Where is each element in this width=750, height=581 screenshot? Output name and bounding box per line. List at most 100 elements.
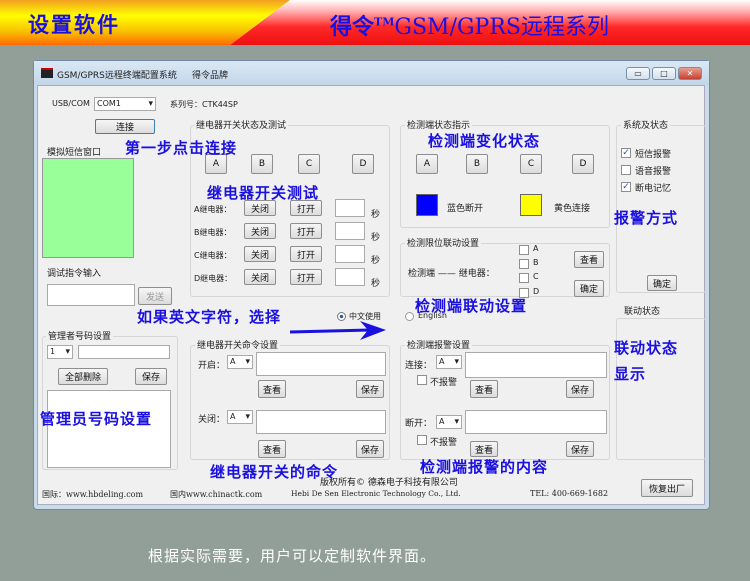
banner-left-title: 设置软件 (28, 12, 120, 37)
delete-all-button[interactable]: 全部删除 (58, 368, 108, 385)
linkage-option-label: D (533, 287, 540, 296)
close-save-button[interactable]: 保存 (356, 440, 384, 458)
admin-number-input[interactable] (78, 345, 170, 359)
relay-on-button[interactable]: 打开 (290, 246, 322, 262)
open-channel-select[interactable]: A (227, 355, 253, 369)
annotation-english: 如果英文字符，选择 (137, 308, 282, 326)
linkage-text: 检测端 —— 继电器： (408, 269, 495, 279)
debug-label: 调试指令输入 (47, 269, 102, 279)
close-command-input[interactable] (256, 410, 386, 434)
close-label: 关闭： (198, 415, 226, 425)
seconds-unit: 秒 (371, 210, 381, 220)
linkage-option-label: A (533, 244, 539, 253)
connect-save-button[interactable]: 保存 (566, 380, 594, 398)
relay-c-button[interactable]: C (298, 154, 320, 174)
relay-cmd-title: 继电器开关命令设置 (195, 338, 281, 351)
brand: 得令 (330, 14, 375, 40)
admin-save-button[interactable]: 保存 (135, 368, 167, 385)
admin-index-select[interactable]: 1 (47, 345, 73, 359)
linkage-option-label: B (533, 258, 539, 267)
connect-no-alarm-label: 不报警 (430, 378, 458, 388)
linkage-option-label: C (533, 272, 539, 281)
disconnect-no-alarm-label: 不报警 (430, 438, 458, 448)
alarm-title: 检测端报警设置 (405, 338, 473, 351)
relay-test-title: 继电器开关状态及测试 (194, 118, 289, 131)
banner-title: 得令TMGSM/GPRS远程系列 (330, 9, 609, 41)
connect-alarm-input[interactable] (465, 352, 607, 378)
annotation-step1: 第一步点击连接 (125, 139, 238, 157)
connect-label: 连接： (405, 361, 433, 371)
send-button[interactable]: 发送 (138, 287, 172, 305)
close-view-button[interactable]: 查看 (258, 440, 286, 458)
annotation-admin: 管理员号码设置 (40, 410, 153, 428)
annotation-link-status: 联动状态 (614, 339, 679, 357)
relay-on-button[interactable]: 打开 (290, 223, 322, 239)
yellow-indicator (520, 194, 542, 216)
maximize-button[interactable]: □ (652, 67, 676, 80)
sms-window (42, 158, 134, 258)
disconnect-save-button[interactable]: 保存 (566, 441, 594, 457)
annotation-alarm-content: 检测端报警的内容 (420, 458, 549, 476)
open-label: 开启： (198, 361, 226, 371)
open-save-button[interactable]: 保存 (356, 380, 384, 398)
system-checkbox[interactable]: ✓ (621, 182, 631, 192)
factory-reset-button[interactable]: 恢复出厂 (641, 479, 693, 497)
disconnect-alarm-input[interactable] (465, 410, 607, 434)
series: GSM/GPRS远程系列 (394, 15, 609, 40)
debug-input[interactable] (47, 284, 135, 306)
relay-off-button[interactable]: 关闭 (244, 246, 276, 262)
detect-b-button[interactable]: B (466, 154, 488, 174)
linkage-checkbox[interactable] (519, 273, 529, 283)
minimize-button[interactable]: ▭ (626, 67, 650, 80)
system-checkbox[interactable]: ✓ (621, 148, 631, 158)
english-radio[interactable] (405, 312, 414, 321)
detect-a-button[interactable]: A (416, 154, 438, 174)
disconnect-label: 断开： (405, 419, 433, 429)
connect-button[interactable]: 连接 (95, 119, 155, 134)
connect-no-alarm-checkbox[interactable] (417, 375, 427, 385)
system-checkbox[interactable] (621, 165, 631, 175)
relay-on-button[interactable]: 打开 (290, 269, 322, 285)
admin-title: 管理者号码设置 (46, 329, 114, 342)
tm: TM (374, 15, 395, 29)
system-option-label: 短信报警 (635, 150, 672, 160)
close-button[interactable]: ✕ (678, 67, 702, 80)
window-title: GSM/GPRS远程终端配置系统 (57, 71, 177, 81)
linkage-checkbox[interactable] (519, 259, 529, 269)
disconnect-view-button[interactable]: 查看 (470, 441, 498, 457)
linkage-checkbox[interactable] (519, 245, 529, 255)
annotation-alarm-mode: 报警方式 (614, 209, 679, 227)
disconnect-no-alarm-checkbox[interactable] (417, 435, 427, 445)
detect-c-button[interactable]: C (520, 154, 542, 174)
relay-d-button[interactable]: D (352, 154, 374, 174)
relay-seconds-input[interactable] (335, 222, 365, 240)
port-select[interactable]: COM1 (94, 97, 156, 111)
relay-b-button[interactable]: B (251, 154, 273, 174)
open-view-button[interactable]: 查看 (258, 380, 286, 398)
seconds-unit: 秒 (371, 256, 381, 266)
relay-seconds-input[interactable] (335, 268, 365, 286)
domestic-site: 国内www.chinactk.com (170, 490, 263, 499)
disconnect-channel-select[interactable]: A (436, 415, 462, 429)
connect-channel-select[interactable]: A (436, 355, 462, 369)
linkage-view-button[interactable]: 查看 (574, 251, 604, 268)
intl-site: 国际：www.hbdeling.com (42, 490, 144, 499)
sms-label: 模拟短信窗口 (47, 148, 102, 158)
system-ok-button[interactable]: 确定 (647, 275, 677, 291)
annotation-relay-cmd: 继电器开关的命令 (210, 463, 339, 481)
serial-number: 系列号：CTK44SP (170, 100, 238, 109)
connect-view-button[interactable]: 查看 (470, 380, 498, 398)
relay-seconds-input[interactable] (335, 245, 365, 263)
relay-off-button[interactable]: 关闭 (244, 269, 276, 285)
detect-d-button[interactable]: D (572, 154, 594, 174)
open-command-input[interactable] (256, 352, 386, 376)
blue-indicator (416, 194, 438, 216)
admin-list[interactable] (47, 390, 171, 468)
linkage-ok-button[interactable]: 确定 (574, 280, 604, 297)
annotation-relay-test: 继电器开关测试 (207, 184, 320, 202)
system-option-label: 断电记忆 (635, 184, 672, 194)
relay-off-button[interactable]: 关闭 (244, 223, 276, 239)
close-channel-select[interactable]: A (227, 410, 253, 424)
relay-seconds-input[interactable] (335, 199, 365, 217)
seconds-unit: 秒 (371, 279, 381, 289)
